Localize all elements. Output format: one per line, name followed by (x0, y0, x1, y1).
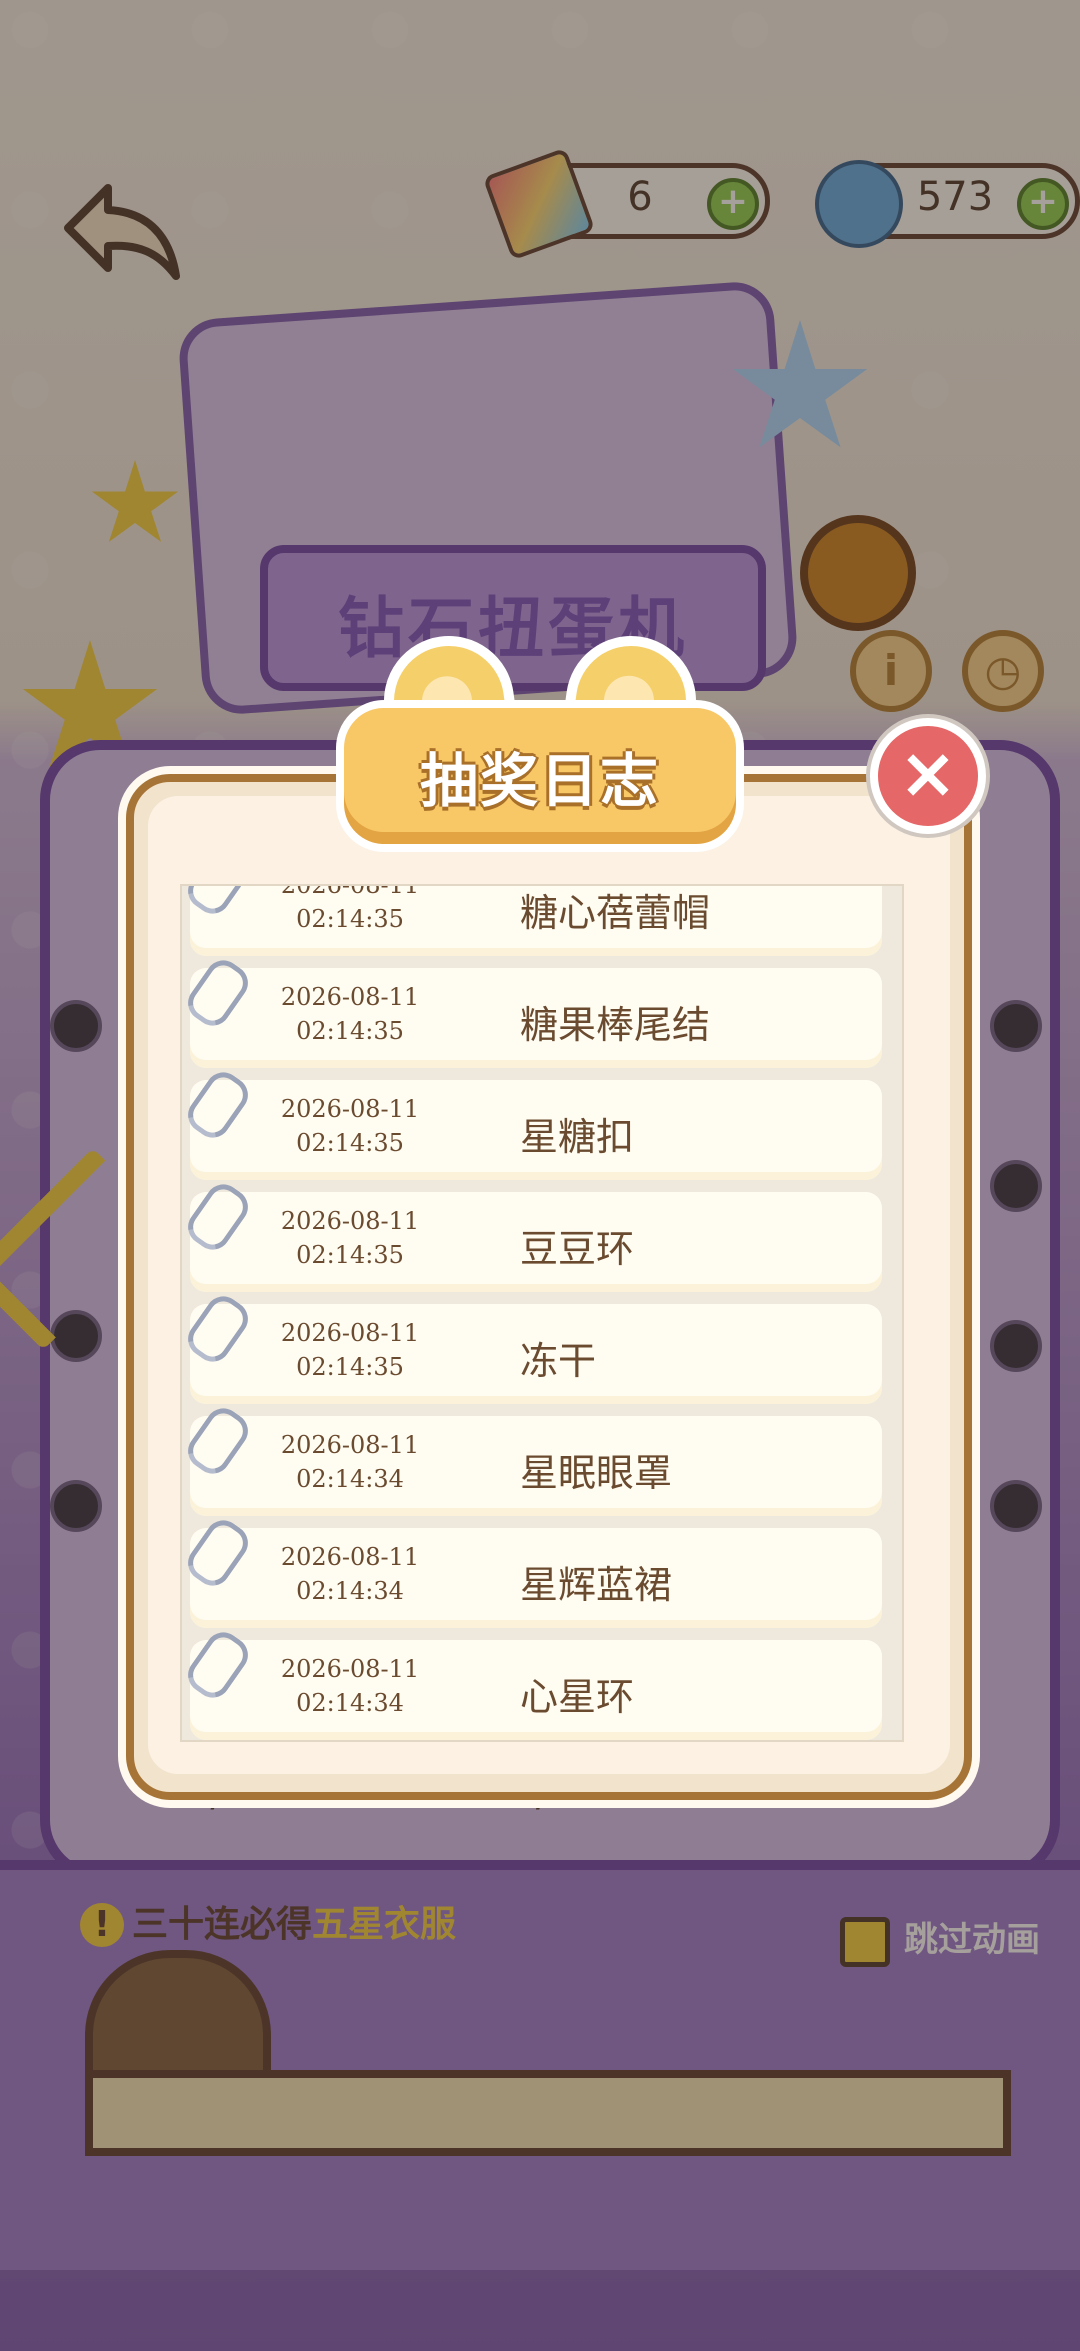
log-timestamp: 2026-08-11 02:14:35 (250, 980, 450, 1048)
log-item-name: 糖果棒尾结 (520, 1003, 711, 1047)
log-timestamp: 2026-08-11 02:14:34 (250, 1652, 450, 1720)
log-item-name: 冻干 (520, 1339, 597, 1383)
close-button[interactable]: × (870, 718, 986, 834)
log-item-name: 糖心蓓蕾帽 (520, 891, 711, 935)
log-time: 02:14:35 (296, 1353, 404, 1381)
log-time: 02:14:35 (296, 1241, 404, 1269)
log-timestamp: 2026-08-11 02:14:35 (250, 884, 450, 936)
log-timestamp: 2026-08-11 02:14:35 (250, 1316, 450, 1384)
log-time: 02:14:35 (296, 1017, 404, 1045)
log-timestamp: 2026-08-11 02:14:35 (250, 1092, 450, 1160)
log-time: 02:14:35 (296, 905, 404, 933)
paperclip-icon (182, 1177, 255, 1257)
dialog-title-box: 抽奖日志 (336, 700, 744, 852)
log-entry: 2026-08-11 02:14:35 豆豆环 (182, 1177, 882, 1292)
log-time: 02:14:34 (296, 1689, 404, 1717)
log-date: 2026-08-11 (280, 1319, 420, 1347)
paperclip-icon (182, 1289, 255, 1369)
paperclip-icon (182, 1401, 255, 1481)
log-item-name: 豆豆环 (520, 1227, 635, 1271)
log-item-name: 心星环 (520, 1675, 635, 1719)
log-date: 2026-08-11 (280, 884, 420, 899)
log-time: 02:14:35 (296, 1129, 404, 1157)
log-date: 2026-08-11 (280, 1431, 420, 1459)
log-timestamp: 2026-08-11 02:14:34 (250, 1428, 450, 1496)
log-item-name: 星眠眼罩 (520, 1451, 673, 1495)
log-entry: 2026-08-11 02:14:35 糖心蓓蕾帽 (182, 884, 882, 956)
paperclip-icon (182, 886, 255, 921)
log-date: 2026-08-11 (280, 983, 420, 1011)
log-item-name: 星糖扣 (520, 1115, 635, 1159)
paperclip-icon (182, 953, 255, 1033)
log-list: 2026-08-11 02:14:35 糖心蓓蕾帽 2026-08-11 02:14:3… (182, 884, 882, 1740)
dialog-title-plate: 抽奖日志 (336, 627, 744, 852)
close-icon: × (898, 732, 958, 814)
log-date: 2026-08-11 (280, 1655, 420, 1683)
log-scroll-area[interactable]: 2026-08-11 02:14:35 糖心蓓蕾帽 2026-08-11 02:14:3… (180, 884, 904, 1742)
log-entry: 2026-08-11 02:14:34 星眠眼罩 (182, 1401, 882, 1516)
log-date: 2026-08-11 (280, 1543, 420, 1571)
log-timestamp: 2026-08-11 02:14:35 (250, 1204, 450, 1272)
log-time: 02:14:34 (296, 1465, 404, 1493)
log-entry: 2026-08-11 02:14:35 糖果棒尾结 (182, 953, 882, 1068)
log-item-name: 星辉蓝裙 (520, 1563, 673, 1607)
log-timestamp: 2026-08-11 02:14:34 (250, 1540, 450, 1608)
log-entry: 2026-08-11 02:14:34 星辉蓝裙 (182, 1513, 882, 1628)
paperclip-icon (182, 1513, 255, 1593)
paperclip-icon (182, 1065, 255, 1145)
log-date: 2026-08-11 (280, 1095, 420, 1123)
paperclip-icon (182, 1625, 255, 1705)
log-time: 02:14:34 (296, 1577, 404, 1605)
log-entry: 2026-08-11 02:14:34 心星环 (182, 1625, 882, 1740)
dialog-title: 抽奖日志 (419, 747, 660, 815)
log-entry: 2026-08-11 02:14:35 冻干 (182, 1289, 882, 1404)
log-date: 2026-08-11 (280, 1207, 420, 1235)
log-entry: 2026-08-11 02:14:35 星糖扣 (182, 1065, 882, 1180)
